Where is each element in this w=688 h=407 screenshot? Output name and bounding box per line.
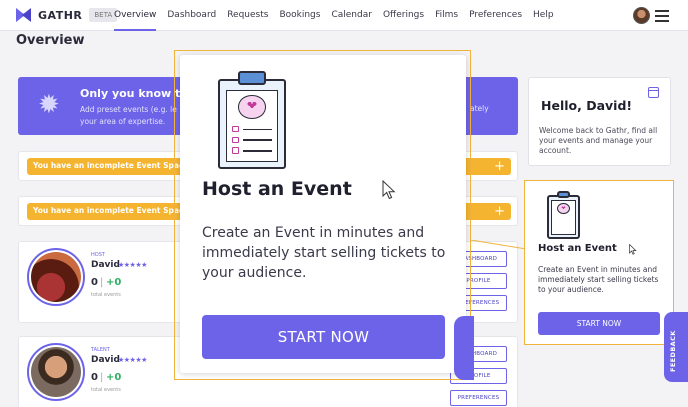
host-event-title: Host an Event xyxy=(538,243,617,254)
welcome-card: Hello, David! Welcome back to Gathr, fin… xyxy=(528,77,671,166)
star-rating-icon: ★★★★★ xyxy=(118,261,147,269)
top-navigation-bar: GATHR BETA Overview Dashboard Requests B… xyxy=(0,0,688,31)
welcome-text: Welcome back to Gathr, find all your eve… xyxy=(539,126,658,155)
nav-item-bookings[interactable]: Bookings xyxy=(279,0,320,31)
promo-text-right: ately xyxy=(470,104,489,113)
gathr-logo[interactable]: GATHR BETA xyxy=(16,8,118,22)
events-new-count: +0 xyxy=(106,277,122,288)
talent-preferences-button[interactable]: PREFERENCES xyxy=(450,390,507,406)
hamburger-menu-icon[interactable] xyxy=(655,10,669,25)
mouse-cursor-icon xyxy=(382,180,396,200)
star-rating-icon: ★★★★★ xyxy=(118,356,147,364)
nav-item-offerings[interactable]: Offerings xyxy=(383,0,424,31)
host-event-description: Create an Event in minutes and immediate… xyxy=(202,225,446,281)
start-now-button[interactable]: START NOW xyxy=(202,315,445,359)
profile-name: David xyxy=(91,260,120,270)
plus-icon[interactable]: + xyxy=(494,203,505,220)
host-event-description: Create an Event in minutes and immediate… xyxy=(538,265,659,294)
feedback-label: FEEDBACK xyxy=(669,330,677,372)
nav-item-requests[interactable]: Requests xyxy=(227,0,268,31)
microphone-icon: ✹ xyxy=(38,90,60,120)
host-event-zoom-card: Host an Event Create an Event in minutes… xyxy=(180,55,466,373)
page-title: Overview xyxy=(16,33,85,48)
events-count: 0 xyxy=(91,372,98,383)
nav-item-overview[interactable]: Overview xyxy=(114,0,157,31)
nav-item-films[interactable]: Films xyxy=(435,0,458,31)
calendar-icon[interactable] xyxy=(648,87,659,98)
nav-item-preferences[interactable]: Preferences xyxy=(469,0,522,31)
feedback-tab[interactable]: FEEDBACK xyxy=(664,312,688,382)
feedback-tab-zoomed xyxy=(454,316,474,380)
events-subtitle: total events xyxy=(91,387,121,393)
events-subtitle: total events xyxy=(91,292,121,298)
host-profile-photo xyxy=(27,248,85,306)
count-separator: | xyxy=(100,277,104,288)
clipboard-icon xyxy=(547,191,580,239)
nav-item-help[interactable]: Help xyxy=(533,0,554,31)
nav-item-calendar[interactable]: Calendar xyxy=(331,0,371,31)
talent-profile-photo xyxy=(27,343,85,401)
alert-text: You have an incomplete Event Spac xyxy=(33,206,184,215)
logo-text: GATHR xyxy=(38,8,83,22)
events-count: 0 xyxy=(91,277,98,288)
highlight-connector xyxy=(471,240,526,250)
profile-role: TALENT xyxy=(91,347,110,353)
profile-name: David xyxy=(91,355,120,365)
start-now-button[interactable]: START NOW xyxy=(538,312,660,335)
clipboard-icon xyxy=(218,70,286,169)
user-avatar[interactable] xyxy=(633,7,650,24)
beta-badge: BETA xyxy=(89,8,118,22)
main-nav: Overview Dashboard Requests Bookings Cal… xyxy=(114,0,565,31)
alert-text: You have an incomplete Event Spac xyxy=(33,161,184,170)
host-event-card: Host an Event Create an Event in minutes… xyxy=(524,180,674,345)
nav-item-dashboard[interactable]: Dashboard xyxy=(167,0,216,31)
welcome-title: Hello, David! xyxy=(541,98,633,113)
events-new-count: +0 xyxy=(106,372,122,383)
count-separator: | xyxy=(100,372,104,383)
gathr-logo-icon xyxy=(16,8,33,22)
promo-text: Add preset events (e.g. le your area of … xyxy=(80,105,177,126)
profile-role: HOST xyxy=(91,252,105,258)
host-event-title: Host an Event xyxy=(202,178,352,200)
plus-icon[interactable]: + xyxy=(494,158,505,175)
promo-title: Only you know th xyxy=(80,87,189,100)
mouse-cursor-icon xyxy=(629,244,637,255)
